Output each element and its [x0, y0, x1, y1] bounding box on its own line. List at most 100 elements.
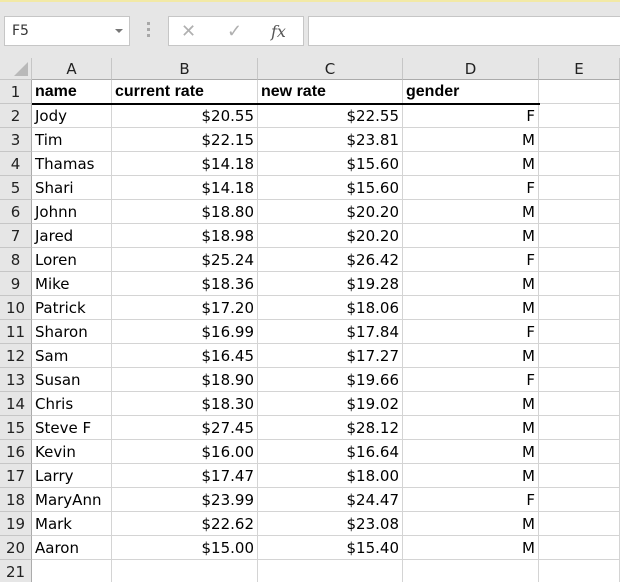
cell-d4[interactable]: M — [403, 152, 539, 176]
cell-e1[interactable] — [539, 80, 620, 104]
column-header-e[interactable]: E — [539, 58, 620, 80]
cell-e20[interactable] — [539, 536, 620, 560]
cell-a20[interactable]: Aaron — [32, 536, 112, 560]
cell-b15[interactable]: $27.45 — [112, 416, 258, 440]
dropdown-arrow-icon[interactable] — [115, 29, 123, 33]
cell-a16[interactable]: Kevin — [32, 440, 112, 464]
row-header-1[interactable]: 1 — [0, 80, 32, 104]
formula-input[interactable] — [308, 16, 620, 46]
cell-a21[interactable] — [32, 560, 112, 582]
cell-b9[interactable]: $18.36 — [112, 272, 258, 296]
cell-b3[interactable]: $22.15 — [112, 128, 258, 152]
cell-c6[interactable]: $20.20 — [258, 200, 403, 224]
row-header-9[interactable]: 9 — [0, 272, 32, 296]
cell-d15[interactable]: M — [403, 416, 539, 440]
cell-e3[interactable] — [539, 128, 620, 152]
cell-a3[interactable]: Tim — [32, 128, 112, 152]
cell-b13[interactable]: $18.90 — [112, 368, 258, 392]
row-header-5[interactable]: 5 — [0, 176, 32, 200]
cell-e2[interactable] — [539, 104, 620, 128]
cell-c10[interactable]: $18.06 — [258, 296, 403, 320]
cell-b11[interactable]: $16.99 — [112, 320, 258, 344]
cell-d20[interactable]: M — [403, 536, 539, 560]
cell-d12[interactable]: M — [403, 344, 539, 368]
cell-c9[interactable]: $19.28 — [258, 272, 403, 296]
row-header-8[interactable]: 8 — [0, 248, 32, 272]
cell-c4[interactable]: $15.60 — [258, 152, 403, 176]
cell-a11[interactable]: Sharon — [32, 320, 112, 344]
cell-e15[interactable] — [539, 416, 620, 440]
cell-d1[interactable]: gender — [403, 80, 539, 104]
cell-d16[interactable]: M — [403, 440, 539, 464]
cell-a1[interactable]: name — [32, 80, 112, 104]
row-header-7[interactable]: 7 — [0, 224, 32, 248]
cell-c7[interactable]: $20.20 — [258, 224, 403, 248]
enter-check-icon[interactable]: ✓ — [227, 20, 242, 42]
cell-c2[interactable]: $22.55 — [258, 104, 403, 128]
column-header-d[interactable]: D — [403, 58, 539, 80]
cell-a10[interactable]: Patrick — [32, 296, 112, 320]
row-header-14[interactable]: 14 — [0, 392, 32, 416]
cell-b17[interactable]: $17.47 — [112, 464, 258, 488]
cell-e6[interactable] — [539, 200, 620, 224]
cell-a13[interactable]: Susan — [32, 368, 112, 392]
cell-b8[interactable]: $25.24 — [112, 248, 258, 272]
name-box[interactable]: F5 — [4, 16, 130, 46]
cell-d3[interactable]: M — [403, 128, 539, 152]
cell-a2[interactable]: Jody — [32, 104, 112, 128]
drag-handle-icon[interactable] — [147, 22, 151, 40]
cell-b14[interactable]: $18.30 — [112, 392, 258, 416]
cell-d5[interactable]: F — [403, 176, 539, 200]
cell-a18[interactable]: MaryAnn — [32, 488, 112, 512]
cell-e16[interactable] — [539, 440, 620, 464]
row-header-17[interactable]: 17 — [0, 464, 32, 488]
cell-c16[interactable]: $16.64 — [258, 440, 403, 464]
cancel-icon[interactable]: ✕ — [181, 20, 196, 42]
cell-c20[interactable]: $15.40 — [258, 536, 403, 560]
cell-e12[interactable] — [539, 344, 620, 368]
cell-e8[interactable] — [539, 248, 620, 272]
cell-b2[interactable]: $20.55 — [112, 104, 258, 128]
cell-c11[interactable]: $17.84 — [258, 320, 403, 344]
cell-d17[interactable]: M — [403, 464, 539, 488]
cell-b6[interactable]: $18.80 — [112, 200, 258, 224]
cell-e21[interactable] — [539, 560, 620, 582]
cell-b5[interactable]: $14.18 — [112, 176, 258, 200]
cell-d7[interactable]: M — [403, 224, 539, 248]
insert-function-icon[interactable]: fx — [271, 21, 286, 43]
cell-a17[interactable]: Larry — [32, 464, 112, 488]
cell-d21[interactable] — [403, 560, 539, 582]
cell-b1[interactable]: current rate — [112, 80, 258, 104]
cell-a8[interactable]: Loren — [32, 248, 112, 272]
row-header-10[interactable]: 10 — [0, 296, 32, 320]
column-header-a[interactable]: A — [32, 58, 112, 80]
cell-e7[interactable] — [539, 224, 620, 248]
cell-a5[interactable]: Shari — [32, 176, 112, 200]
row-header-11[interactable]: 11 — [0, 320, 32, 344]
cell-b18[interactable]: $23.99 — [112, 488, 258, 512]
row-header-15[interactable]: 15 — [0, 416, 32, 440]
cell-c5[interactable]: $15.60 — [258, 176, 403, 200]
cell-a7[interactable]: Jared — [32, 224, 112, 248]
cell-b16[interactable]: $16.00 — [112, 440, 258, 464]
cell-a9[interactable]: Mike — [32, 272, 112, 296]
cell-d13[interactable]: F — [403, 368, 539, 392]
cell-c13[interactable]: $19.66 — [258, 368, 403, 392]
row-header-2[interactable]: 2 — [0, 104, 32, 128]
cell-e10[interactable] — [539, 296, 620, 320]
cell-c14[interactable]: $19.02 — [258, 392, 403, 416]
row-header-16[interactable]: 16 — [0, 440, 32, 464]
cell-a12[interactable]: Sam — [32, 344, 112, 368]
cell-b10[interactable]: $17.20 — [112, 296, 258, 320]
select-all-button[interactable] — [0, 58, 32, 80]
cell-d8[interactable]: F — [403, 248, 539, 272]
cell-a6[interactable]: Johnn — [32, 200, 112, 224]
row-header-21[interactable]: 21 — [0, 560, 32, 582]
row-header-20[interactable]: 20 — [0, 536, 32, 560]
cell-e17[interactable] — [539, 464, 620, 488]
cell-b12[interactable]: $16.45 — [112, 344, 258, 368]
row-header-6[interactable]: 6 — [0, 200, 32, 224]
row-header-4[interactable]: 4 — [0, 152, 32, 176]
cell-b21[interactable] — [112, 560, 258, 582]
cell-e18[interactable] — [539, 488, 620, 512]
